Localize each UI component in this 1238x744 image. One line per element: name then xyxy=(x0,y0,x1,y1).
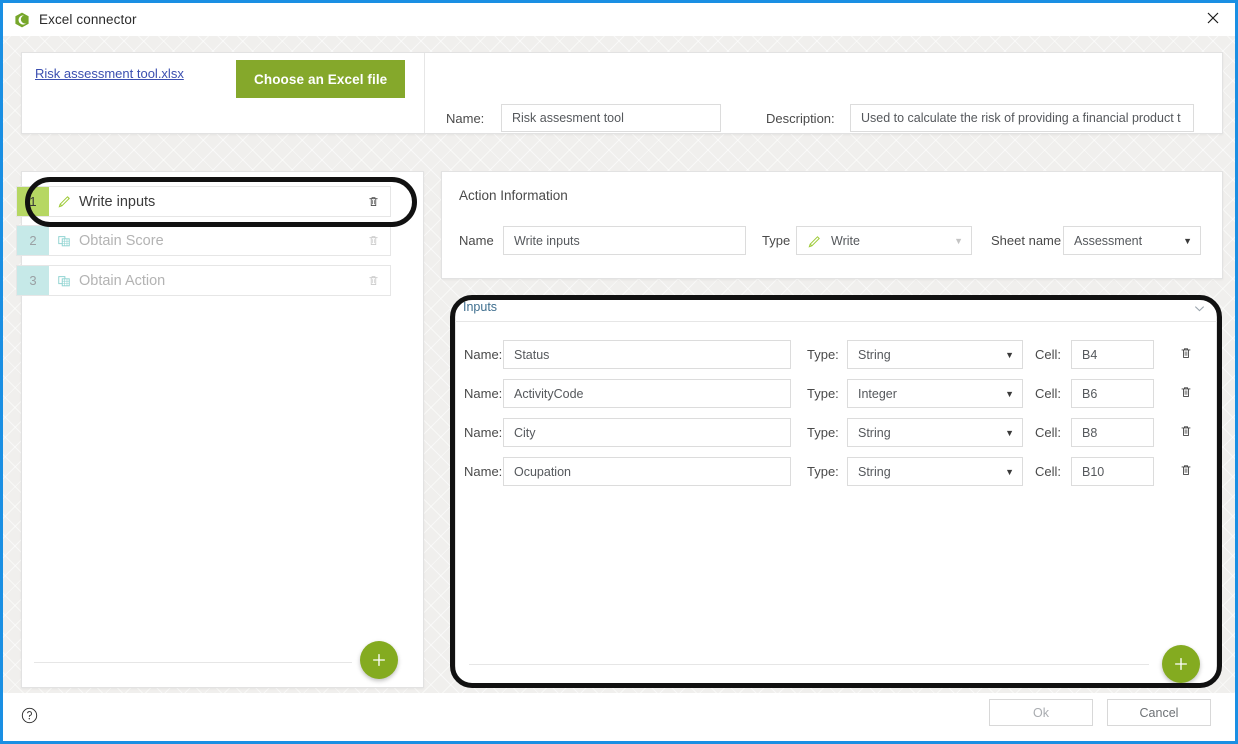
action-name-input[interactable] xyxy=(503,226,746,255)
step-row[interactable]: 3 Obtain Action xyxy=(16,265,391,296)
input-name-label: Name: xyxy=(464,386,503,401)
action-name-label: Name xyxy=(459,233,494,248)
cancel-button[interactable]: Cancel xyxy=(1107,699,1211,726)
read-cells-icon xyxy=(49,266,79,295)
trash-icon[interactable] xyxy=(356,266,390,295)
inputs-title: Inputs xyxy=(463,300,498,314)
input-type-value: String xyxy=(858,464,891,479)
dialog-body: Risk assessment tool.xlsx Choose an Exce… xyxy=(3,36,1235,693)
trash-icon[interactable] xyxy=(356,226,390,255)
plus-icon xyxy=(1175,658,1187,670)
input-cell-field[interactable] xyxy=(1071,379,1154,408)
input-row: Name: Type: String ▼ Cell: xyxy=(456,454,1218,493)
input-name-field[interactable] xyxy=(503,418,791,447)
action-information-title: Action Information xyxy=(459,188,568,203)
workbook-name-input[interactable] xyxy=(501,104,721,132)
excel-connector-logo-icon xyxy=(14,12,30,28)
input-cell-label: Cell: xyxy=(1035,386,1062,401)
input-type-label: Type: xyxy=(807,425,839,440)
input-cell-field[interactable] xyxy=(1071,340,1154,369)
close-icon[interactable] xyxy=(1191,3,1235,33)
input-cell-field[interactable] xyxy=(1071,418,1154,447)
input-name-label: Name: xyxy=(464,347,503,362)
input-type-value: String xyxy=(858,425,891,440)
add-step-button[interactable] xyxy=(360,641,398,679)
input-type-select[interactable]: String ▼ xyxy=(847,418,1023,447)
input-type-select[interactable]: String ▼ xyxy=(847,457,1023,486)
step-row[interactable]: 2 Obtain Score xyxy=(16,225,391,256)
chevron-down-icon: ▼ xyxy=(1005,349,1014,360)
chevron-down-icon[interactable] xyxy=(1188,298,1210,318)
steps-divider xyxy=(34,662,352,663)
inputs-header xyxy=(455,297,1217,322)
input-cell-label: Cell: xyxy=(1035,464,1062,479)
step-name: Obtain Score xyxy=(79,232,164,249)
action-type-value: Write xyxy=(831,233,860,248)
plus-icon xyxy=(373,654,385,666)
trash-icon[interactable] xyxy=(1175,459,1197,481)
sheet-name-select[interactable]: Assessment ▼ xyxy=(1063,226,1201,255)
ok-button[interactable]: Ok xyxy=(989,699,1093,726)
inputs-card: Name: Type: String ▼ Cell: Name: xyxy=(455,297,1217,685)
input-cell-field[interactable] xyxy=(1071,457,1154,486)
step-number-badge: 2 xyxy=(17,226,49,255)
input-name-field[interactable] xyxy=(503,457,791,486)
action-type-select[interactable]: Write ▼ xyxy=(796,226,972,255)
step-name: Obtain Action xyxy=(79,272,166,289)
trash-icon[interactable] xyxy=(1175,381,1197,403)
excel-connector-dialog: Excel connector Risk assessment tool.xls… xyxy=(0,0,1238,744)
trash-icon[interactable] xyxy=(1175,342,1197,364)
step-name: Write inputs xyxy=(79,193,156,210)
step-number-badge: 3 xyxy=(17,266,49,295)
input-type-select[interactable]: String ▼ xyxy=(847,340,1023,369)
title-bar: Excel connector xyxy=(3,3,1235,36)
input-name-field[interactable] xyxy=(503,379,791,408)
window-title: Excel connector xyxy=(39,12,137,27)
chevron-down-icon: ▼ xyxy=(1005,466,1014,477)
add-input-button[interactable] xyxy=(1162,645,1200,683)
pencil-write-icon xyxy=(49,187,79,216)
step-number-badge: 1 xyxy=(17,187,49,216)
pencil-write-icon xyxy=(807,234,822,252)
input-type-value: String xyxy=(858,347,891,362)
input-name-field[interactable] xyxy=(503,340,791,369)
input-type-label: Type: xyxy=(807,464,839,479)
input-type-select[interactable]: Integer ▼ xyxy=(847,379,1023,408)
chevron-down-icon: ▼ xyxy=(1183,235,1192,246)
sheet-name-value: Assessment xyxy=(1074,233,1143,248)
inputs-divider xyxy=(469,664,1149,665)
step-row[interactable]: 1 Write inputs xyxy=(16,186,391,217)
selected-file-link[interactable]: Risk assessment tool.xlsx xyxy=(35,66,184,81)
input-name-label: Name: xyxy=(464,425,503,440)
chevron-down-icon: ▼ xyxy=(1005,388,1014,399)
workbook-name-label: Name: xyxy=(446,111,485,126)
input-row: Name: Type: Integer ▼ Cell: xyxy=(456,376,1218,415)
chevron-down-icon: ▼ xyxy=(1005,427,1014,438)
read-cells-icon xyxy=(49,226,79,255)
choose-excel-file-button[interactable]: Choose an Excel file xyxy=(236,60,406,98)
chevron-down-icon: ▼ xyxy=(954,235,963,246)
input-row: Name: Type: String ▼ Cell: xyxy=(456,337,1218,376)
dialog-footer: Ok Cancel xyxy=(3,693,1235,741)
input-type-value: Integer xyxy=(858,386,897,401)
input-cell-label: Cell: xyxy=(1035,347,1062,362)
action-type-label: Type xyxy=(762,233,791,248)
workbook-description-label: Description: xyxy=(766,111,835,126)
trash-icon[interactable] xyxy=(356,187,390,216)
workbook-description-input[interactable] xyxy=(850,104,1194,132)
trash-icon[interactable] xyxy=(1175,420,1197,442)
input-name-label: Name: xyxy=(464,464,503,479)
input-type-label: Type: xyxy=(807,386,839,401)
sheet-name-label: Sheet name xyxy=(991,233,1062,248)
input-row: Name: Type: String ▼ Cell: xyxy=(456,415,1218,454)
help-circle-icon[interactable] xyxy=(19,705,39,725)
input-type-label: Type: xyxy=(807,347,839,362)
input-cell-label: Cell: xyxy=(1035,425,1062,440)
